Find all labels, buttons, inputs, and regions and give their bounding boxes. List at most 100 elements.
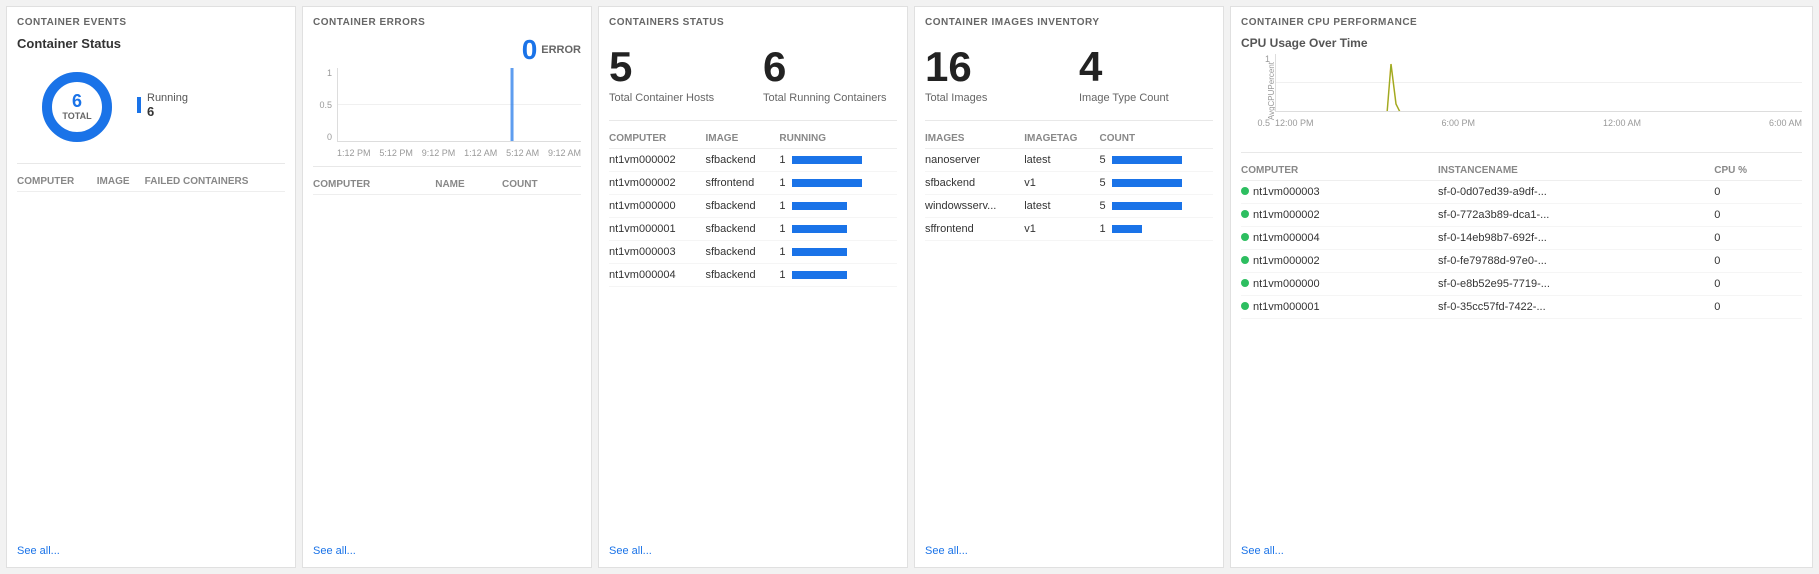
running-bar [792, 248, 847, 256]
table-row: nt1vm000000 sf-0-e8b52e95-7719-... 0 [1241, 273, 1802, 296]
status-cell-running: 1 [779, 218, 897, 241]
images-col-tag: IMAGETAG [1024, 129, 1099, 149]
events-see-all[interactable]: See all... [17, 537, 285, 557]
images-cell-tag: latest [1024, 149, 1099, 172]
events-divider [17, 163, 285, 164]
images-total-label: Total Images [925, 92, 1059, 104]
status-big-numbers: 5 Total Container Hosts 6 Total Running … [609, 36, 897, 114]
status-running-label: Total Running Containers [763, 92, 897, 104]
running-value: 1 [779, 223, 785, 235]
cpu-panel-title: CONTAINER CPU PERFORMANCE [1241, 17, 1802, 28]
cpu-cell-instance: sf-0-0d07ed39-a9df-... [1438, 181, 1714, 204]
table-row: nt1vm000004 sf-0-14eb98b7-692f-... 0 [1241, 227, 1802, 250]
status-cell-image: sfbackend [705, 195, 779, 218]
status-cell-computer: nt1vm000002 [609, 172, 705, 195]
container-images-panel: CONTAINER IMAGES INVENTORY 16 Total Imag… [914, 6, 1224, 568]
status-running-number: 6 [763, 46, 897, 88]
images-cell-tag: v1 [1024, 172, 1099, 195]
errors-chart: 1 0.5 0 1:12 PM 5:12 PM 9:12 PM 1:12 AM … [313, 68, 581, 158]
status-dot [1241, 279, 1249, 287]
status-hosts-block: 5 Total Container Hosts [609, 46, 743, 104]
table-row: nanoserver latest 5 [925, 149, 1213, 172]
events-donut-section: 6 TOTAL Running 6 [17, 57, 285, 157]
cpu-col-cpu: CPU % [1714, 161, 1802, 181]
status-col-image: IMAGE [705, 129, 779, 149]
running-bar [792, 179, 862, 187]
status-dot [1241, 256, 1249, 264]
table-row: nt1vm000001 sfbackend 1 [609, 218, 897, 241]
status-see-all[interactable]: See all... [609, 537, 897, 557]
events-panel-title: CONTAINER EVENTS [17, 17, 285, 28]
cpu-cell-computer: nt1vm000004 [1241, 227, 1438, 250]
images-type-block: 4 Image Type Count [1079, 46, 1213, 104]
error-label: ERROR [541, 44, 581, 56]
cpu-cell-instance: sf-0-fe79788d-97e0-... [1438, 250, 1714, 273]
cpu-see-all[interactable]: See all... [1241, 537, 1802, 557]
status-cell-image: sfbackend [705, 149, 779, 172]
legend-running: Running 6 [137, 92, 188, 119]
running-bar [792, 271, 847, 279]
images-big-numbers: 16 Total Images 4 Image Type Count [925, 36, 1213, 114]
running-value: 1 [779, 177, 785, 189]
cpu-x-2: 12:00 AM [1603, 118, 1641, 128]
cpu-divider [1241, 152, 1802, 153]
table-row: nt1vm000000 sfbackend 1 [609, 195, 897, 218]
running-value: 1 [779, 154, 785, 166]
running-bar [792, 225, 847, 233]
cpu-cell-instance: sf-0-772a3b89-dca1-... [1438, 204, 1714, 227]
status-cell-computer: nt1vm000002 [609, 149, 705, 172]
status-running-block: 6 Total Running Containers [763, 46, 897, 104]
cpu-chart: AvgCPUPercent 1 0.5 12:00 PM [1241, 54, 1802, 144]
cpu-cell-cpu: 0 [1714, 273, 1802, 296]
images-cell-count: 5 [1100, 172, 1213, 195]
errors-see-all[interactable]: See all... [313, 537, 581, 557]
cpu-y-labels: 1 0.5 [1253, 54, 1273, 128]
cpu-cell-cpu: 0 [1714, 204, 1802, 227]
errors-x-0: 1:12 PM [337, 148, 371, 158]
dashboard: CONTAINER EVENTS Container Status 6 TOTA… [0, 0, 1819, 574]
errors-x-2: 9:12 PM [422, 148, 456, 158]
errors-header: 0 ERROR [313, 36, 581, 64]
images-type-number: 4 [1079, 46, 1213, 88]
images-col-count: COUNT [1100, 129, 1213, 149]
status-col-running: RUNNING [779, 129, 897, 149]
images-see-all[interactable]: See all... [925, 537, 1213, 557]
events-legend: Running 6 [137, 92, 188, 123]
running-bar [792, 202, 847, 210]
events-table: COMPUTER IMAGE FAILED CONTAINERS [17, 172, 285, 192]
images-type-label: Image Type Count [1079, 92, 1213, 104]
donut-total-number: 6 [62, 92, 91, 112]
cpu-col-instance: INSTANCENAME [1438, 161, 1714, 181]
images-cell-count: 1 [1100, 218, 1213, 241]
cpu-cell-computer: nt1vm000003 [1241, 181, 1438, 204]
cpu-plot-area [1275, 54, 1802, 112]
count-bar [1112, 202, 1182, 210]
images-table: IMAGES IMAGETAG COUNT nanoserver latest … [925, 129, 1213, 241]
images-cell-count: 5 [1100, 195, 1213, 218]
status-cell-computer: nt1vm000003 [609, 241, 705, 264]
y-label-05: 0.5 [319, 100, 332, 110]
status-cell-running: 1 [779, 241, 897, 264]
donut-center: 6 TOTAL [62, 92, 91, 122]
status-dot [1241, 302, 1249, 310]
count-value: 5 [1100, 200, 1106, 212]
y-axis: 1 0.5 0 [313, 68, 335, 142]
cpu-chart-svg [1276, 54, 1802, 111]
images-divider [925, 120, 1213, 121]
errors-col-computer: COMPUTER [313, 175, 435, 195]
table-row: nt1vm000001 sf-0-35cc57fd-7422-... 0 [1241, 296, 1802, 319]
status-cell-image: sfbackend [705, 218, 779, 241]
table-row: nt1vm000003 sfbackend 1 [609, 241, 897, 264]
cpu-x-0: 12:00 PM [1275, 118, 1314, 128]
status-cell-image: sfbackend [705, 241, 779, 264]
events-subtitle: Container Status [17, 36, 285, 51]
errors-x-4: 5:12 AM [506, 148, 539, 158]
status-cell-running: 1 [779, 264, 897, 287]
cpu-y-1: 1 [1265, 54, 1270, 64]
images-cell-image: windowsserv... [925, 195, 1024, 218]
events-col-computer: COMPUTER [17, 172, 97, 192]
status-dot [1241, 210, 1249, 218]
status-dot [1241, 187, 1249, 195]
errors-x-5: 9:12 AM [548, 148, 581, 158]
events-col-failed: FAILED CONTAINERS [145, 172, 285, 192]
